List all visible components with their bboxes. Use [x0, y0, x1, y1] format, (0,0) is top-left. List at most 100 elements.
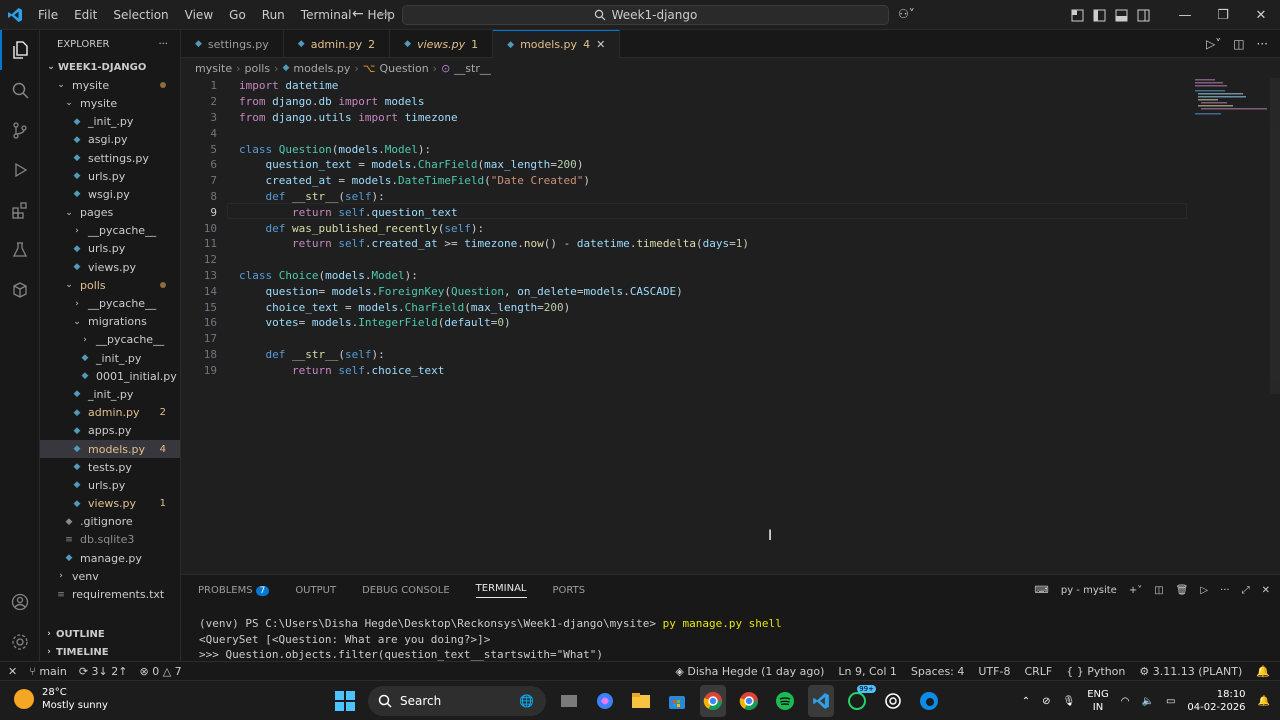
close-panel-icon[interactable]: ✕ — [1262, 585, 1270, 596]
manage-gear-icon[interactable] — [0, 622, 40, 662]
cursor-position[interactable]: Ln 9, Col 1 — [838, 665, 897, 678]
toggle-secondary-sidebar-icon[interactable] — [1132, 0, 1154, 30]
breadcrumb-item[interactable]: __str__ — [454, 62, 491, 75]
weather-widget[interactable]: 28°C Mostly sunny — [14, 686, 108, 712]
vscode-taskbar-icon[interactable] — [808, 685, 834, 717]
chevron-up-icon[interactable]: ⌃ — [1022, 696, 1030, 707]
toggle-primary-sidebar-icon[interactable] — [1088, 0, 1110, 30]
edge-icon[interactable] — [916, 685, 942, 717]
microphone-icon[interactable]: 🎙 — [1063, 696, 1076, 707]
split-editor-icon[interactable]: ◫ — [1233, 37, 1244, 51]
toggle-panel-icon[interactable] — [1110, 0, 1132, 30]
tree-file[interactable]: ◆ views.py 1 — [40, 495, 180, 513]
forward-arrow-icon[interactable]: → — [378, 6, 390, 22]
wifi-icon[interactable]: ◠ — [1121, 696, 1130, 707]
menu-item-view[interactable]: View — [177, 8, 221, 22]
extensions-icon[interactable] — [0, 190, 40, 230]
tab-admin-py[interactable]: ◆ admin.py 2 — [284, 30, 391, 58]
tab-models-py[interactable]: ◆ models.py 4 ✕ — [493, 30, 621, 58]
minimize-button[interactable]: — — [1166, 0, 1204, 30]
tab-settings-py[interactable]: ◆ settings.py — [181, 30, 284, 58]
spotify-icon[interactable] — [772, 685, 798, 717]
outline-section[interactable]: › OUTLINE — [40, 625, 181, 643]
language-mode[interactable]: { } Python — [1066, 665, 1125, 678]
store-icon[interactable] — [664, 685, 690, 717]
tree-file[interactable]: ◆ models.py 4 — [40, 439, 180, 459]
editor-scrollbar[interactable] — [1270, 78, 1280, 394]
tree-file[interactable]: ◆ 0001_initial.py — [40, 367, 180, 385]
tab-output[interactable]: OUTPUT — [295, 585, 336, 596]
tree-folder[interactable]: › __pycache__ — [40, 222, 180, 240]
tab-debug-console[interactable]: DEBUG CONSOLE — [362, 585, 450, 596]
tab-views-py[interactable]: ◆ views.py 1 — [390, 30, 494, 58]
menu-item-file[interactable]: File — [30, 8, 66, 22]
restore-button[interactable]: ❐ — [1204, 0, 1242, 30]
task-view-icon[interactable] — [556, 685, 582, 717]
volume-icon[interactable]: 🔈 — [1142, 696, 1154, 707]
close-window-button[interactable]: ✕ — [1242, 0, 1280, 30]
chrome-profile-icon[interactable] — [736, 685, 762, 717]
explorer-icon[interactable] — [0, 30, 40, 70]
tree-file[interactable]: ◆ asgi.py — [40, 131, 180, 149]
tree-file[interactable]: ◆ admin.py 2 — [40, 404, 180, 422]
breadcrumb-item[interactable]: models.py — [293, 62, 350, 75]
tree-folder[interactable]: › __pycache__ — [40, 294, 180, 312]
breadcrumb-item[interactable]: mysite — [195, 62, 232, 75]
maximize-panel-icon[interactable]: ⤢ — [1242, 585, 1250, 596]
workspace-root[interactable]: ⌄ WEEK1-DJANGO — [40, 58, 180, 76]
whatsapp-icon[interactable]: 99+ — [844, 685, 876, 717]
tree-file[interactable]: ◆ apps.py — [40, 422, 180, 440]
tab-terminal[interactable]: TERMINAL — [475, 583, 527, 598]
customize-layout-icon[interactable] — [1066, 0, 1088, 30]
tree-folder[interactable]: ⌄ mysite — [40, 76, 180, 94]
back-arrow-icon[interactable]: ← — [352, 6, 364, 22]
tree-file[interactable]: ≡ requirements.txt — [40, 585, 180, 603]
menu-item-terminal[interactable]: Terminal — [293, 8, 360, 22]
run-debug-icon[interactable] — [0, 150, 40, 190]
menu-item-selection[interactable]: Selection — [105, 8, 176, 22]
indentation[interactable]: Spaces: 4 — [911, 665, 964, 678]
tab-ports[interactable]: PORTS — [553, 585, 586, 596]
more-actions-icon[interactable]: ··· — [1257, 37, 1268, 51]
run-icon[interactable]: ▷ — [1200, 585, 1208, 596]
input-language[interactable]: ENG IN — [1087, 688, 1109, 714]
encoding[interactable]: UTF-8 — [978, 665, 1010, 678]
network-off-icon[interactable]: ⊘ — [1042, 696, 1050, 707]
containers-icon[interactable] — [0, 270, 40, 310]
chatgpt-icon[interactable] — [880, 685, 906, 717]
windows-start-icon[interactable] — [332, 685, 358, 717]
kill-terminal-icon[interactable]: 🗑 — [1176, 585, 1189, 596]
battery-icon[interactable]: ▭ — [1166, 696, 1175, 707]
file-explorer-icon[interactable] — [628, 685, 654, 717]
copilot-icon[interactable]: ⚇˅ — [898, 7, 915, 21]
notifications-icon[interactable]: 🔔 — [1256, 665, 1270, 678]
tree-file[interactable]: ◆ _init_.py — [40, 113, 180, 131]
source-control-icon[interactable] — [0, 110, 40, 150]
minimap[interactable] — [1193, 78, 1268, 118]
tree-file[interactable]: ◆ wsgi.py — [40, 185, 180, 203]
terminal-input-line[interactable]: >>> Question.objects.filter(question_tex… — [199, 648, 603, 661]
copilot-app-icon[interactable] — [592, 685, 618, 717]
terminal-name[interactable]: py - mysite — [1061, 585, 1117, 596]
more-actions-icon[interactable]: ··· — [1220, 585, 1230, 596]
split-terminal-icon[interactable]: ◫ — [1154, 585, 1163, 596]
git-blame[interactable]: ◈ Disha Hegde (1 day ago) — [675, 665, 824, 678]
tree-file[interactable]: ◆ .gitignore — [40, 513, 180, 531]
run-python-file-icon[interactable]: ▷˅ — [1206, 37, 1221, 51]
tree-file[interactable]: ◆ urls.py — [40, 167, 180, 185]
tab-problems[interactable]: PROBLEMS 7 — [198, 585, 270, 596]
more-actions-icon[interactable]: ··· — [158, 39, 168, 50]
remote-icon[interactable]: ✕ — [8, 665, 17, 678]
menu-item-edit[interactable]: Edit — [66, 8, 105, 22]
tree-folder[interactable]: ⌄ mysite — [40, 94, 180, 112]
menu-item-go[interactable]: Go — [221, 8, 254, 22]
breadcrumb-item[interactable]: Question — [379, 62, 428, 75]
close-tab-icon[interactable]: ✕ — [596, 38, 605, 51]
tree-folder[interactable]: ⌄ polls — [40, 276, 180, 294]
tree-folder[interactable]: › __pycache__ — [40, 331, 180, 349]
search-icon[interactable] — [0, 70, 40, 110]
chrome-icon[interactable] — [700, 685, 726, 717]
new-terminal-icon[interactable]: +˅ — [1129, 585, 1142, 596]
terminal-line[interactable]: (venv) PS C:\Users\Disha Hegde\Desktop\R… — [199, 617, 782, 630]
tree-folder[interactable]: ⌄ migrations — [40, 313, 180, 331]
